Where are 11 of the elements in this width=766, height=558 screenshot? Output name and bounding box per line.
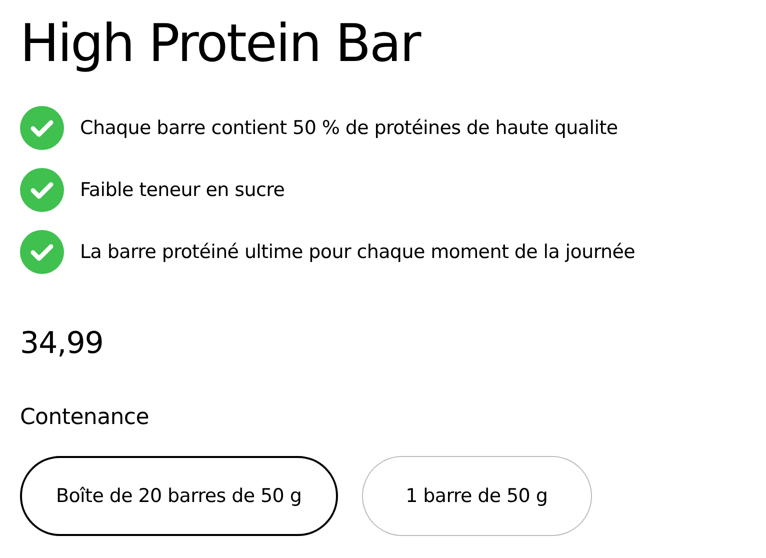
- size-option-button[interactable]: Boîte de 20 barres de 50 g: [20, 456, 338, 536]
- check-icon: [20, 168, 64, 212]
- feature-text: Faible teneur en sucre: [80, 179, 285, 201]
- size-option-button[interactable]: 1 barre de 50 g: [362, 456, 592, 536]
- check-icon: [20, 106, 64, 150]
- option-label: Contenance: [20, 405, 150, 430]
- price: 34,99: [20, 326, 104, 361]
- product-title: High Protein Bar: [20, 13, 422, 76]
- check-icon: [20, 230, 64, 274]
- feature-text: Chaque barre contient 50 % de protéines de haute qualite: [80, 117, 618, 139]
- feature-text: La barre protéiné ultime pour chaque moment de la journée: [80, 241, 636, 263]
